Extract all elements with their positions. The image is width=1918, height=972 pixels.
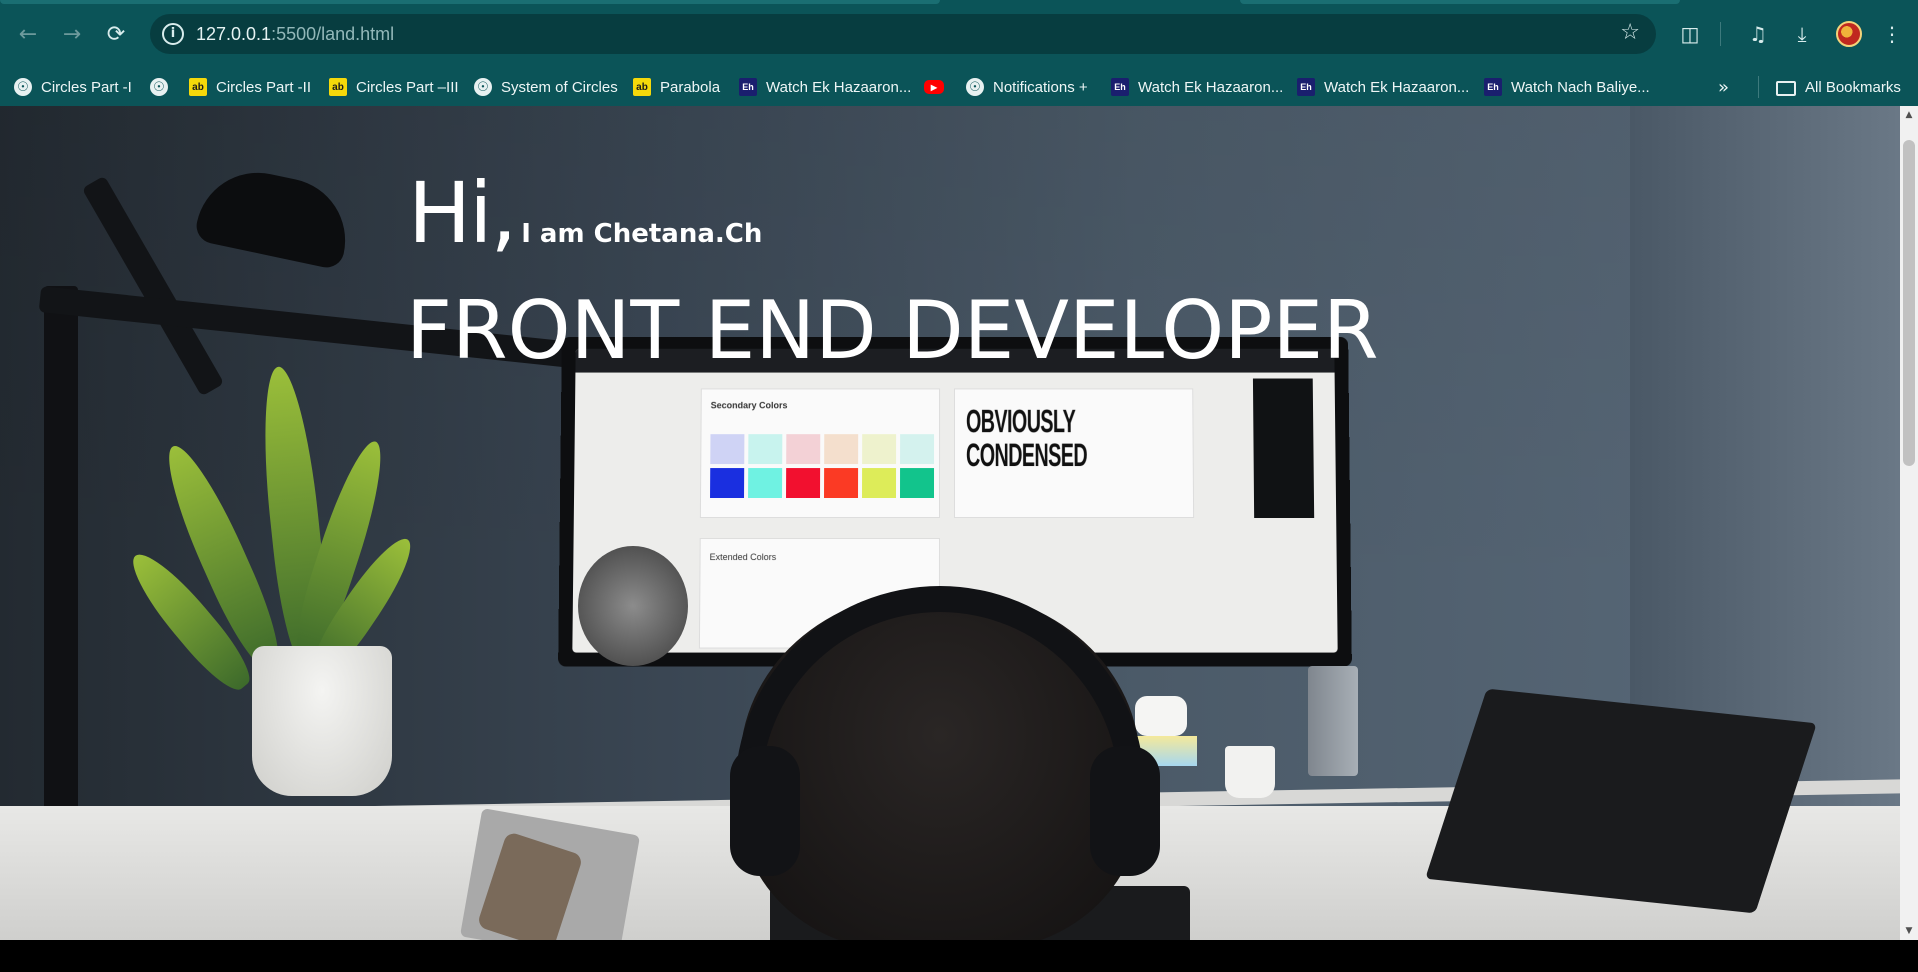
all-bookmarks-label: All Bookmarks xyxy=(1805,78,1901,96)
photo-lamp-head xyxy=(193,161,357,271)
globe-icon: ☉ xyxy=(14,78,32,96)
photo-headphone-earcup xyxy=(730,746,800,876)
site-icon: ab xyxy=(633,78,651,96)
screen-swatch xyxy=(824,468,859,499)
bookmark-label: Circles Part -II xyxy=(216,78,312,96)
screen-secondary-text: Secondary Colors xyxy=(710,400,788,411)
scrollbar-thumb[interactable] xyxy=(1903,140,1915,466)
site-info-icon[interactable]: i xyxy=(162,23,184,45)
hero-role-title: FRONT END DEVELOPER xyxy=(406,284,1379,377)
eh-icon: Eh xyxy=(739,78,757,96)
page-scrollbar[interactable]: ▲ ▼ xyxy=(1900,106,1918,940)
bookmarks-bar: ☉ Circles Part -I ☉ ab Circles Part -II … xyxy=(0,68,1918,106)
folder-icon xyxy=(1776,80,1796,96)
screen-swatch xyxy=(710,434,745,465)
eh-icon: Eh xyxy=(1297,78,1315,96)
bookmark-label: Watch Nach Baliye... xyxy=(1511,78,1650,96)
bookmark-item[interactable]: ab Parabola xyxy=(633,68,720,106)
photo-laptop xyxy=(1425,688,1817,914)
scroll-down-icon[interactable]: ▼ xyxy=(1900,924,1918,938)
url-path: :5500/land.html xyxy=(271,24,395,44)
screen-swatch xyxy=(786,434,821,465)
bookmark-item[interactable]: ab Circles Part -II xyxy=(189,68,311,106)
site-icon: ab xyxy=(329,78,347,96)
screen-side-panel xyxy=(1252,378,1315,518)
chevron-double-right-icon: » xyxy=(1718,76,1730,98)
bookmarks-overflow-button[interactable]: » xyxy=(1718,68,1729,106)
screen-swatch xyxy=(748,434,783,465)
reload-icon[interactable]: ⟳ xyxy=(100,18,132,50)
photo-microphone xyxy=(578,546,688,666)
screen-swatch xyxy=(900,434,935,465)
screen-swatch xyxy=(748,468,783,499)
bookmark-item[interactable]: ab Circles Part –III xyxy=(329,68,459,106)
menu-icon[interactable]: ⋮ xyxy=(1876,18,1908,50)
photo-succulent-pot xyxy=(1225,746,1275,798)
forward-icon[interactable]: → xyxy=(56,18,88,50)
toolbar-separator xyxy=(1720,22,1721,46)
globe-icon: ☉ xyxy=(474,78,492,96)
all-bookmarks-button[interactable]: All Bookmarks xyxy=(1776,68,1901,106)
page-viewport: Secondary Colors OBVIOUSLY CONDENSED Exte xyxy=(0,106,1900,940)
screen-swatch xyxy=(710,468,745,499)
photo-headphone-earcup xyxy=(1090,746,1160,876)
site-icon: ab xyxy=(189,78,207,96)
bookmark-item[interactable]: ☉ Circles Part -I xyxy=(14,68,132,106)
tabstrip-edge xyxy=(0,0,1918,12)
photo-plant-pot xyxy=(252,646,392,796)
photo-dock xyxy=(1308,666,1358,776)
greeting-hi: Hi, xyxy=(408,164,517,262)
hero-greeting: Hi, I am Chetana.Ch xyxy=(408,164,762,262)
eh-icon: Eh xyxy=(1111,78,1129,96)
screen-swatch xyxy=(786,468,821,499)
globe-icon: ☉ xyxy=(150,78,168,96)
scroll-up-icon[interactable]: ▲ xyxy=(1900,108,1918,122)
bookmark-item[interactable]: ▶ xyxy=(924,68,953,106)
bookmark-label: Notifications + xyxy=(993,78,1088,96)
bookmark-label: Parabola xyxy=(660,78,721,96)
bookmarks-separator xyxy=(1758,76,1759,98)
youtube-icon: ▶ xyxy=(924,80,944,94)
screen-swatch xyxy=(862,434,897,465)
hero-background-photo: Secondary Colors OBVIOUSLY CONDENSED Exte xyxy=(0,106,1900,940)
bookmark-label: Watch Ek Hazaaron... xyxy=(766,78,912,96)
bookmark-item[interactable]: ☉ Notifications + xyxy=(966,68,1088,106)
bookmark-label: Circles Part -I xyxy=(41,78,132,96)
extensions-icon[interactable]: ◫ xyxy=(1674,18,1706,50)
intro-name: I am Chetana.Ch xyxy=(521,219,763,249)
back-icon[interactable]: ← xyxy=(12,18,44,50)
bookmark-label: Watch Ek Hazaaron... xyxy=(1324,78,1470,96)
bookmark-item[interactable]: Eh Watch Ek Hazaaron... xyxy=(1111,68,1283,106)
screen-swatch xyxy=(824,434,859,465)
bookmark-label: System of Circles xyxy=(501,78,618,96)
url-text[interactable]: 127.0.0.1:5500/land.html xyxy=(196,24,394,45)
eh-icon: Eh xyxy=(1484,78,1502,96)
screen-obviously-text: OBVIOUSLY CONDENSED xyxy=(965,403,1088,474)
url-host: 127.0.0.1 xyxy=(196,24,272,44)
bookmark-label: Watch Ek Hazaaron... xyxy=(1138,78,1284,96)
address-bar[interactable]: i 127.0.0.1:5500/land.html ☆ xyxy=(150,14,1656,54)
photo-earbuds-case xyxy=(1135,696,1187,736)
bookmark-label: Circles Part –III xyxy=(356,78,459,96)
bookmark-item[interactable]: Eh Watch Ek Hazaaron... xyxy=(1297,68,1469,106)
screen-obviously-word: OBVIOUSLY xyxy=(965,403,1076,440)
download-icon[interactable]: ⤓ xyxy=(1786,18,1818,50)
globe-icon: ☉ xyxy=(966,78,984,96)
screen-extended-text: Extended Colors xyxy=(709,552,777,563)
screen-swatch xyxy=(862,468,897,499)
browser-toolbar: ← → ⟳ i 127.0.0.1:5500/land.html ☆ ◫ ♫ ⤓… xyxy=(0,0,1918,68)
bookmark-item[interactable]: Eh Watch Ek Hazaaron... xyxy=(739,68,911,106)
page-bottom-area xyxy=(0,940,1918,972)
screen-condensed-word: CONDENSED xyxy=(965,437,1088,474)
bookmark-item[interactable]: ☉ xyxy=(150,68,177,106)
photo-lamp-post xyxy=(44,286,78,876)
bookmark-item[interactable]: Eh Watch Nach Baliye... xyxy=(1484,68,1650,106)
bookmark-item[interactable]: ☉ System of Circles xyxy=(474,68,618,106)
profile-avatar[interactable] xyxy=(1836,21,1862,47)
screen-swatch xyxy=(900,468,935,499)
star-icon[interactable]: ☆ xyxy=(1620,20,1640,45)
media-icon[interactable]: ♫ xyxy=(1742,18,1774,50)
